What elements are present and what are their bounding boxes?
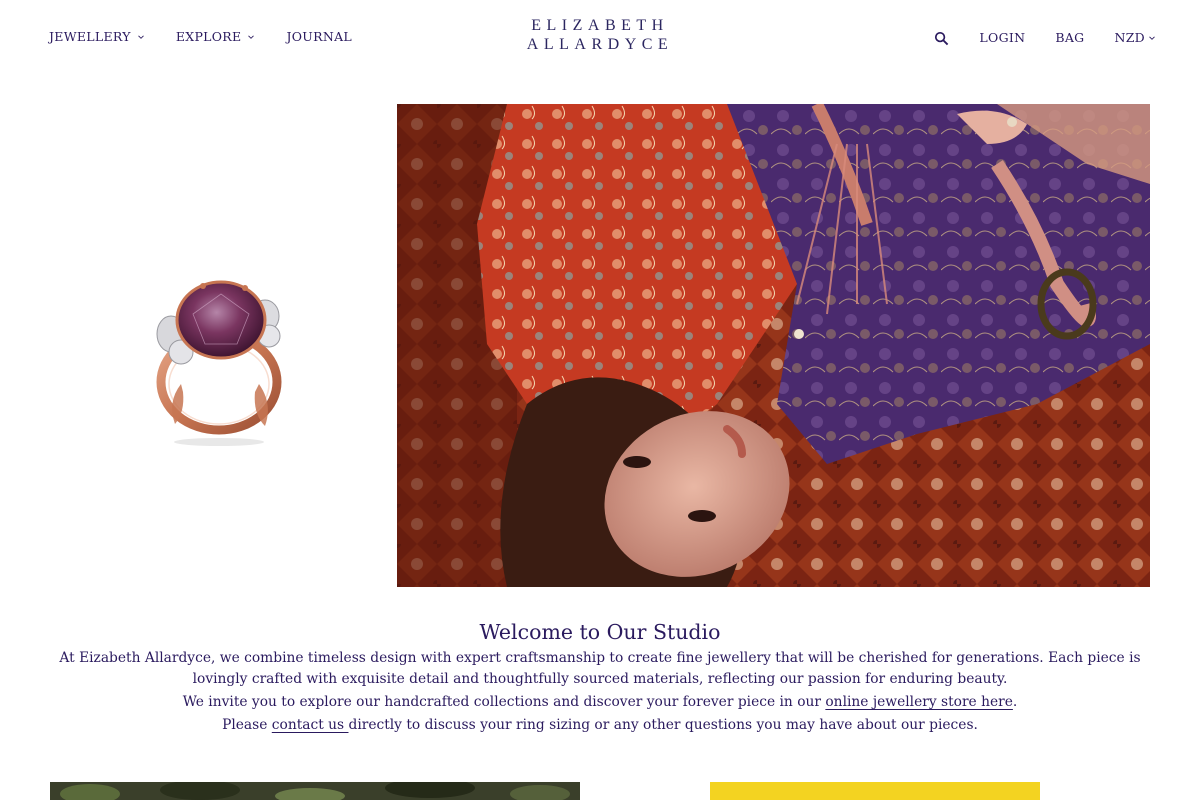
chevron-down-icon: [1149, 35, 1155, 40]
logo-line-2: ALLARDYCE: [526, 36, 674, 53]
nav-jewellery-label: JEWELLERY: [49, 29, 131, 44]
bag-link[interactable]: BAG: [1055, 30, 1084, 45]
welcome-p2-text: We invite you to explore our handcrafted…: [182, 694, 826, 710]
login-link[interactable]: LOGIN: [979, 30, 1025, 45]
hero-model-photo[interactable]: [397, 104, 1150, 587]
online-store-link[interactable]: online jewellery store here: [825, 694, 1013, 710]
featured-product-image[interactable]: [50, 104, 380, 587]
nav-explore-label: EXPLORE: [175, 29, 242, 44]
amethyst-ring-image: [156, 280, 282, 446]
utility-nav: LOGIN BAG NZD: [934, 29, 1156, 46]
welcome-p2-end: .: [1012, 694, 1018, 710]
top-navigation: JEWELLERY EXPLORE JOURNAL ELIZABETH ALLA…: [0, 0, 1200, 75]
bag-label: BAG: [1055, 30, 1085, 45]
welcome-title: Welcome to Our Studio: [479, 620, 721, 644]
welcome-section: Welcome to Our Studio At Eizabeth Allard…: [0, 620, 1200, 736]
welcome-p3-end: directly to discuss your ring sizing or …: [348, 717, 978, 733]
foliage-photo-image: [50, 782, 580, 800]
currency-label: NZD: [1114, 30, 1145, 45]
welcome-paragraph-2: We invite you to explore our handcrafted…: [0, 692, 1200, 713]
model-photo-image: [397, 104, 1150, 587]
logo-line-1: ELIZABETH: [531, 17, 669, 34]
nav-explore[interactable]: EXPLORE: [176, 29, 256, 44]
currency-selector[interactable]: NZD: [1114, 30, 1156, 45]
nav-journal-label: JOURNAL: [286, 29, 353, 44]
welcome-paragraph-3: Please contact us directly to discuss yo…: [0, 715, 1200, 736]
login-label: LOGIN: [979, 30, 1026, 45]
chevron-down-icon: [248, 34, 255, 39]
nav-journal[interactable]: JOURNAL: [286, 29, 352, 44]
contact-us-link[interactable]: contact us: [272, 717, 349, 733]
welcome-p3-text: Please: [222, 717, 272, 733]
collection-tile-yellow[interactable]: [710, 782, 1040, 800]
collection-tile-foliage[interactable]: [50, 782, 580, 800]
welcome-paragraph-1: At Eizabeth Allardyce, we combine timele…: [59, 650, 1141, 687]
primary-nav: JEWELLERY EXPLORE JOURNAL: [49, 29, 383, 44]
nav-jewellery[interactable]: JEWELLERY: [49, 29, 145, 44]
search-icon[interactable]: [934, 31, 949, 46]
brand-logo[interactable]: ELIZABETH ALLARDYCE: [527, 16, 673, 54]
chevron-down-icon: [138, 34, 144, 39]
